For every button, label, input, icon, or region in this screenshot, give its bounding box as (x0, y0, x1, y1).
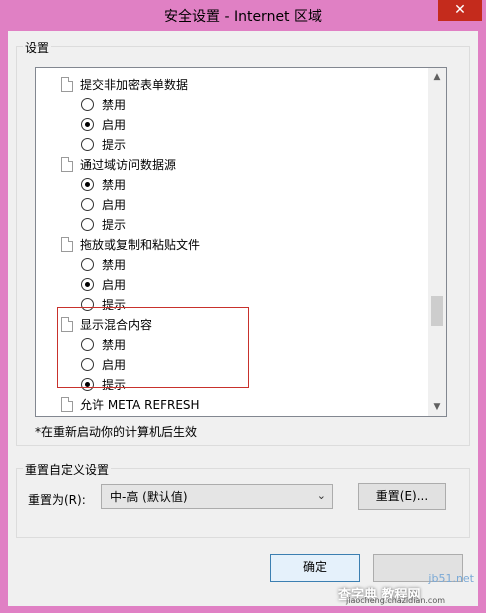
option-label: 禁用 (102, 177, 127, 192)
dialog-body: 设置 提交非加密表单数据 禁用 启用 提示 通过域访问数据源 禁用 启用 提示 拖放或复制和粘贴… (8, 31, 478, 606)
scroll-thumb[interactable] (431, 296, 443, 326)
category-label: 提交非加密表单数据 (80, 77, 189, 92)
scroll-down-icon[interactable]: ▼ (428, 398, 446, 416)
reset-to-label: 重置为(R): (28, 493, 86, 507)
radio-selected-icon[interactable] (81, 117, 94, 131)
option-label: 启用 (102, 277, 127, 292)
radio-icon[interactable] (81, 217, 94, 231)
option-label: 禁用 (102, 97, 127, 112)
setting-option[interactable]: 启用 (81, 114, 126, 134)
watermark-sub: jiaocheng.chazidian.com (346, 596, 446, 605)
document-icon (61, 156, 73, 172)
document-icon (61, 76, 73, 92)
window-title: 安全设置 - Internet 区域 (164, 9, 322, 25)
radio-icon[interactable] (81, 97, 94, 111)
option-label: 禁用 (102, 416, 126, 417)
document-icon (61, 396, 73, 412)
category-label: 允许 META REFRESH (80, 397, 200, 412)
setting-option[interactable]: 启用 (81, 274, 126, 294)
category-label: 通过域访问数据源 (80, 157, 177, 172)
highlight-box (57, 307, 249, 388)
setting-category: 允许 META REFRESH (61, 394, 200, 414)
option-label: 启用 (102, 197, 127, 212)
watermark: jb51.net 查字典 教程网 jiaocheng.chazidian.com (338, 570, 478, 606)
setting-category: 提交非加密表单数据 (61, 74, 188, 94)
settings-group-label: 设置 (23, 39, 52, 56)
document-icon (61, 236, 73, 252)
option-label: 提示 (102, 137, 127, 152)
setting-option[interactable]: 禁用 (81, 414, 126, 416)
option-label: 提示 (102, 217, 127, 232)
option-label: 启用 (102, 117, 127, 132)
close-button[interactable]: ✕ (438, 0, 482, 21)
settings-list[interactable]: 提交非加密表单数据 禁用 启用 提示 通过域访问数据源 禁用 启用 提示 拖放或复制和粘贴文件禁… (35, 67, 447, 417)
reset-button[interactable]: 重置(E)... (358, 483, 446, 510)
radio-selected-icon[interactable] (81, 277, 94, 291)
category-label: 拖放或复制和粘贴文件 (80, 237, 201, 252)
title-bar: 安全设置 - Internet 区域 ✕ (0, 0, 486, 30)
radio-icon[interactable] (81, 137, 94, 151)
restart-note: *在重新启动你的计算机后生效 (35, 425, 198, 439)
radio-icon[interactable] (81, 257, 94, 271)
radio-icon[interactable] (81, 197, 94, 211)
chevron-down-icon: ⌄ (316, 489, 326, 502)
vertical-scrollbar[interactable]: ▲ ▼ (428, 68, 446, 416)
reset-group-label: 重置自定义设置 (23, 461, 112, 478)
scroll-up-icon[interactable]: ▲ (428, 68, 446, 86)
reset-level-value: 中-高 (默认值) (110, 490, 188, 504)
setting-option[interactable]: 提示 (81, 214, 126, 234)
setting-category: 拖放或复制和粘贴文件 (61, 234, 200, 254)
setting-option[interactable]: 提示 (81, 134, 126, 154)
setting-category: 通过域访问数据源 (61, 154, 176, 174)
radio-selected-icon[interactable] (81, 177, 94, 191)
setting-option[interactable]: 禁用 (81, 254, 126, 274)
option-label: 禁用 (102, 257, 127, 272)
setting-option[interactable]: 禁用 (81, 94, 126, 114)
reset-level-select[interactable]: 中-高 (默认值) ⌄ (101, 484, 333, 509)
watermark-site: jb51.net (428, 572, 474, 585)
setting-option[interactable]: 禁用 (81, 174, 126, 194)
setting-option[interactable]: 启用 (81, 194, 126, 214)
